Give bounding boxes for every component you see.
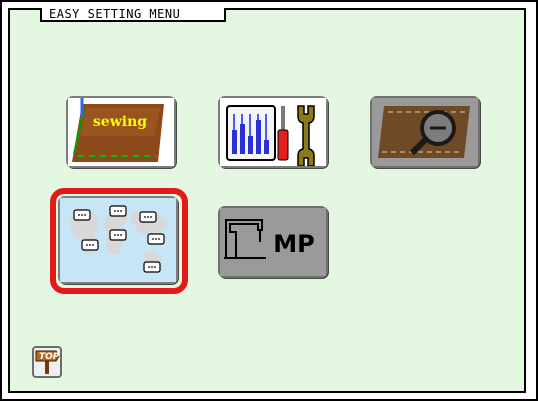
mp-button[interactable]: MP bbox=[218, 206, 328, 278]
sewing-machine-mp-icon: MP bbox=[220, 208, 326, 276]
top-label: TOP bbox=[39, 352, 60, 362]
magnifier-icon bbox=[372, 98, 478, 166]
sewing-icon: sewing bbox=[68, 98, 174, 166]
mp-label: MP bbox=[273, 230, 314, 258]
page-title: EASY SETTING MENU bbox=[49, 7, 181, 21]
tools-icon bbox=[220, 98, 326, 166]
sewing-label: sewing bbox=[93, 114, 147, 130]
settings-tools-button[interactable] bbox=[218, 96, 328, 168]
inspection-button[interactable] bbox=[370, 96, 480, 168]
sewing-button[interactable]: sewing bbox=[66, 96, 176, 168]
selection-highlight bbox=[50, 188, 188, 294]
top-button[interactable]: TOP bbox=[32, 346, 62, 378]
